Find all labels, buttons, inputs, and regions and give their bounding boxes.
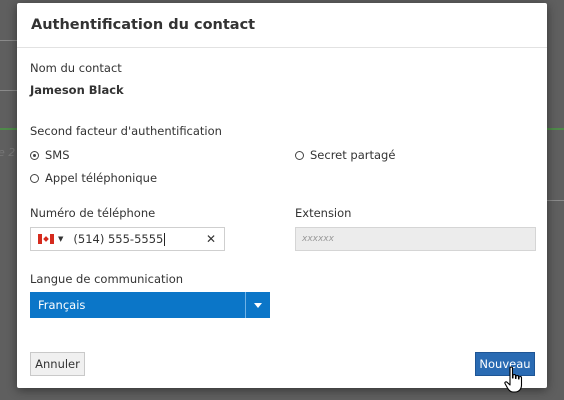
language-label: Langue de communication — [30, 272, 184, 286]
radio-sms-label: SMS — [45, 148, 70, 162]
background-divider — [0, 90, 17, 91]
radio-unchecked-icon — [295, 150, 304, 160]
cancel-button[interactable]: Annuler — [30, 352, 85, 376]
phone-number-value: (514) 555-5555 — [73, 232, 164, 246]
contact-name-label: Nom du contact — [30, 61, 122, 75]
contact-name-value: Jameson Black — [30, 83, 124, 97]
radio-shared-secret[interactable]: Secret partagé — [295, 148, 395, 162]
caret-down-icon: ▼ — [58, 235, 64, 243]
country-selector[interactable]: ▼ — [31, 234, 63, 244]
phone-number-input[interactable]: ▼ (514) 555-5555 ✕ — [30, 227, 225, 251]
chevron-down-icon — [254, 302, 262, 308]
background-accent-line — [547, 128, 564, 130]
language-dropdown-toggle[interactable] — [245, 292, 270, 318]
radio-sms[interactable]: SMS — [30, 148, 70, 162]
radio-checked-icon — [30, 150, 39, 160]
dialog-header: Authentification du contact — [17, 3, 547, 48]
extension-input[interactable]: xxxxxx — [295, 227, 536, 251]
radio-shared-secret-label: Secret partagé — [310, 148, 396, 162]
language-select-value: Français — [38, 298, 86, 312]
phone-number-label: Numéro de téléphone — [30, 206, 156, 220]
background-divider — [547, 200, 564, 201]
background-accent-line — [0, 128, 17, 130]
contact-authentication-dialog: Authentification du contact Nom du conta… — [17, 3, 547, 388]
clear-icon[interactable]: ✕ — [206, 232, 216, 246]
radio-phone-call-label: Appel téléphonique — [45, 171, 158, 185]
extension-label: Extension — [295, 206, 352, 220]
canada-flag-icon — [38, 234, 54, 244]
language-select[interactable]: Français — [30, 292, 270, 318]
second-factor-label: Second facteur d'authentification — [30, 124, 222, 138]
radio-unchecked-icon — [30, 173, 39, 183]
background-divider — [0, 40, 17, 41]
dialog-title: Authentification du contact — [31, 17, 256, 33]
text-caret — [164, 232, 166, 246]
radio-phone-call[interactable]: Appel téléphonique — [30, 171, 157, 185]
hand-pointer-icon — [504, 366, 523, 393]
background-partial-text: e 2 — [0, 146, 16, 159]
